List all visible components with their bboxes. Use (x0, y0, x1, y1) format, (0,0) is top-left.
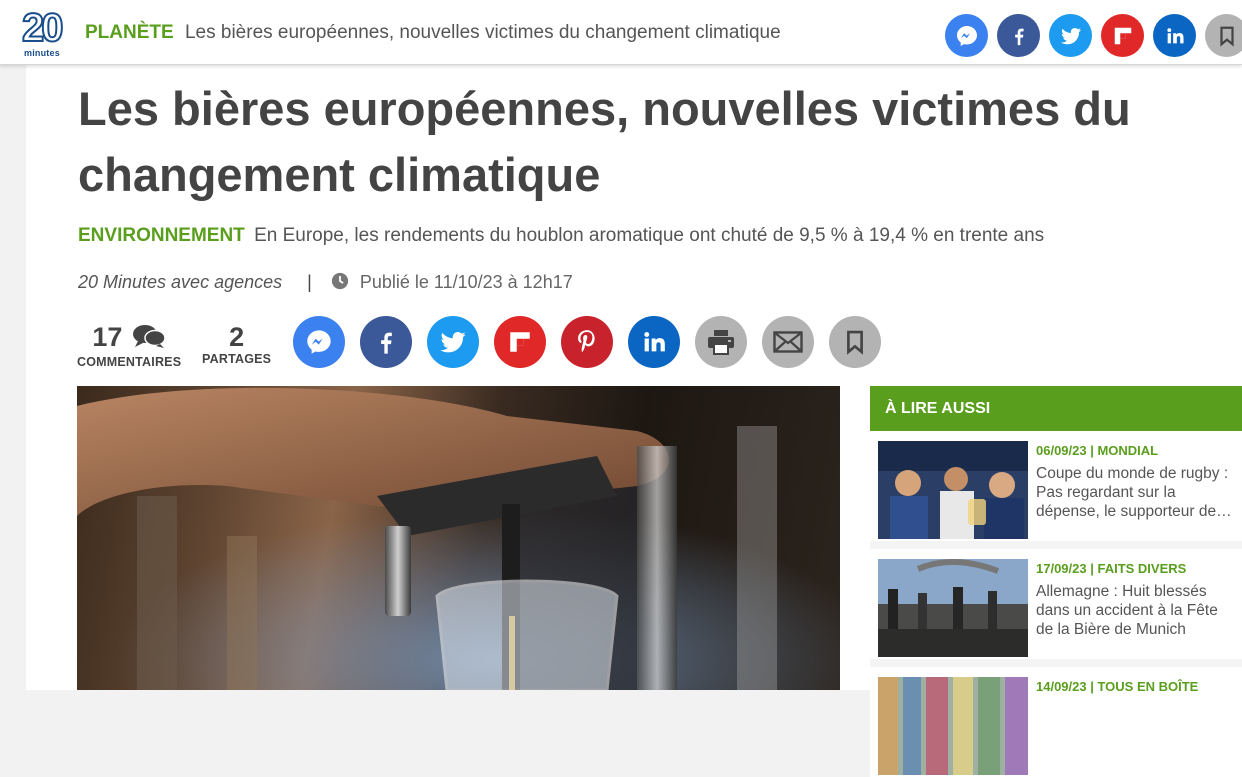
messenger-icon (956, 25, 977, 46)
share-flipboard-button[interactable] (1101, 14, 1144, 57)
related-article-item[interactable]: 14/09/23 | TOUS EN BOÎTE (870, 667, 1242, 777)
related-article-thumbnail (878, 677, 1028, 775)
bookmark-button[interactable] (829, 316, 881, 368)
facebook-icon (1014, 28, 1024, 45)
comments-label: COMMENTAIRES (77, 355, 182, 369)
related-article-title[interactable]: Allemagne : Huit blessés dans un acciden… (1036, 582, 1238, 639)
comments-counter[interactable]: 17 COMMENTAIRES (77, 322, 181, 369)
share-flipboard-button[interactable] (494, 316, 546, 368)
share-messenger-button[interactable] (945, 14, 988, 57)
sticky-article-title: Les bières européennes, nouvelles victim… (184, 22, 781, 43)
print-icon (708, 330, 734, 355)
related-article-title[interactable]: Coupe du monde de rugby : Pas regardant … (1036, 464, 1238, 521)
messenger-icon (307, 330, 331, 354)
share-linkedin-button[interactable] (628, 316, 680, 368)
related-article-meta: 06/09/23 | MONDIAL (1036, 443, 1159, 458)
bookmark-icon (847, 330, 863, 355)
pinterest-icon (578, 330, 595, 353)
hero-photo (77, 386, 840, 690)
flipboard-icon (510, 332, 530, 352)
share-twitter-button[interactable] (427, 316, 479, 368)
share-messenger-button[interactable] (293, 316, 345, 368)
twitter-icon (440, 332, 466, 353)
facebook-icon (381, 332, 392, 354)
share-facebook-button[interactable] (360, 316, 412, 368)
flipboard-icon (1114, 27, 1131, 44)
share-pinterest-button[interactable] (561, 316, 613, 368)
share-facebook-button[interactable] (997, 14, 1040, 57)
linkedin-icon (644, 332, 665, 352)
byline: 20 Minutes avec agences | Publié le 11/1… (78, 272, 573, 295)
article-lede: ENVIRONNEMENT En Europe, les rendements … (78, 225, 1044, 247)
sticky-title: PLANÈTE Les bières européennes, nouvelle… (85, 22, 781, 44)
clock-icon (331, 272, 349, 295)
section-tag-link[interactable]: ENVIRONNEMENT (78, 225, 245, 246)
logo-word: minutes (24, 48, 60, 58)
site-logo[interactable]: 20 minutes (21, 5, 74, 58)
read-also-list: 06/09/23 | MONDIAL Coupe du monde de rug… (870, 431, 1242, 777)
sticky-share-bar (945, 14, 1242, 57)
related-article-item[interactable]: 17/09/23 | FAITS DIVERS Allemagne : Huit… (870, 549, 1242, 659)
sticky-category-link[interactable]: PLANÈTE (85, 22, 174, 43)
shares-count: 2 (229, 322, 245, 352)
email-button[interactable] (762, 316, 814, 368)
article-share-bar (293, 316, 881, 368)
sticky-header: 20 minutes PLANÈTE Les bières européenne… (0, 0, 1242, 65)
related-article-meta: 14/09/23 | TOUS EN BOÎTE (1036, 679, 1199, 694)
print-button[interactable] (695, 316, 747, 368)
shares-counter: 2 PARTAGES (202, 322, 271, 366)
twitter-icon (1060, 27, 1081, 44)
email-icon (773, 331, 803, 353)
shares-label: PARTAGES (202, 352, 272, 366)
read-also-header: À LIRE AUSSI (870, 386, 1242, 431)
logo-number: 20 (21, 5, 64, 51)
publish-date: Publié le 11/10/23 à 12h17 (359, 272, 573, 292)
author: 20 Minutes avec agences (78, 272, 283, 292)
comments-count: 17 (92, 322, 123, 352)
lede-text: En Europe, les rendements du houblon aro… (254, 225, 1045, 246)
share-linkedin-button[interactable] (1153, 14, 1196, 57)
bookmark-icon (1219, 26, 1234, 47)
related-article-thumbnail (878, 441, 1028, 539)
article-headline: Les bières européennes, nouvelles victim… (78, 82, 1131, 201)
byline-separator: | (307, 272, 312, 292)
related-article-meta: 17/09/23 | FAITS DIVERS (1036, 561, 1187, 576)
linkedin-icon (1166, 27, 1184, 43)
share-twitter-button[interactable] (1049, 14, 1092, 57)
bookmark-button[interactable] (1205, 14, 1242, 57)
related-article-thumbnail (878, 559, 1028, 657)
related-article-item[interactable]: 06/09/23 | MONDIAL Coupe du monde de rug… (870, 431, 1242, 541)
comment-bubbles-icon (132, 323, 166, 355)
